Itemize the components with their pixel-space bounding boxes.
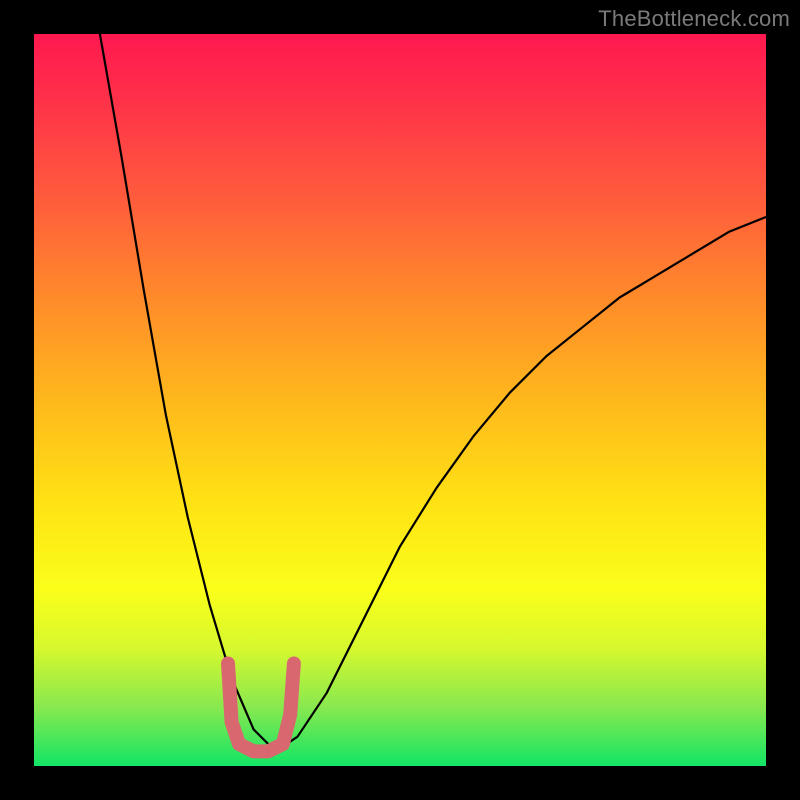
chart-frame: TheBottleneck.com bbox=[0, 0, 800, 800]
chart-plot-area bbox=[34, 34, 766, 766]
bottleneck-curve bbox=[100, 34, 766, 751]
chart-svg bbox=[34, 34, 766, 766]
watermark-text: TheBottleneck.com bbox=[598, 6, 790, 32]
